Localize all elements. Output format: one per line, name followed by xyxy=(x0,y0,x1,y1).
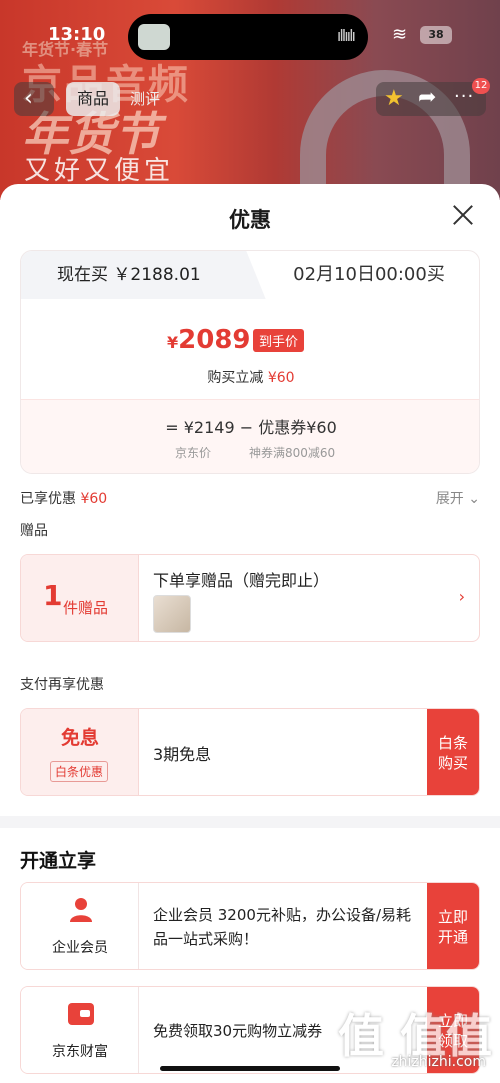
gift-thumbnail xyxy=(153,595,191,633)
expand-button[interactable]: 展开 ⌄ xyxy=(436,488,480,508)
person-icon xyxy=(70,898,92,922)
tab-buy-now-label: 现在买 ￥2188.01 xyxy=(57,265,201,285)
final-price: ¥2089 xyxy=(167,325,251,355)
jd-finance-name: 京东财富 xyxy=(52,1044,108,1060)
banner-text-line4: 又好又便宜 xyxy=(24,156,175,186)
enterprise-member-card: 企业会员 企业会员 3200元补贴，办公设备/易耗品一站式采购！ 立即 开通 xyxy=(20,882,480,970)
tab-review[interactable]: 测评 xyxy=(130,82,180,116)
jd-finance-panel: 京东财富 xyxy=(21,987,139,1073)
pay-section-label: 支付再享优惠 xyxy=(20,677,104,693)
share-icon[interactable]: ➦ xyxy=(418,85,436,110)
enjoyed-label: 已享优惠 xyxy=(20,491,76,507)
installment-panel: 免息 白条优惠 xyxy=(21,709,139,795)
sheet-title: 优惠 xyxy=(229,208,271,232)
message-badge: 12 xyxy=(472,78,490,94)
enterprise-open-line2: 开通 xyxy=(437,928,468,946)
tab-product[interactable]: 商品 xyxy=(66,82,120,116)
breakdown-formula: = ¥2149 − 优惠券¥60 xyxy=(165,418,337,437)
album-art-icon xyxy=(138,24,170,50)
instant-cut-value: ¥60 xyxy=(267,370,295,386)
tab-buy-now[interactable]: 现在买 ￥2188.01 xyxy=(21,251,236,299)
wallet-icon xyxy=(68,1003,94,1025)
home-indicator[interactable] xyxy=(160,1066,340,1071)
gift-unit: 件赠品 xyxy=(63,599,109,617)
close-icon[interactable] xyxy=(450,202,476,228)
baitiao-buy-button[interactable]: 白条 购买 xyxy=(427,709,479,795)
gift-section-label: 赠品 xyxy=(20,523,48,539)
discount-sheet: 优惠 现在买 ￥2188.01 02月10日00:00买 ¥2089 到手价 购… xyxy=(0,184,500,1083)
enterprise-member-panel: 企业会员 xyxy=(21,883,139,969)
enterprise-member-text: 企业会员 3200元补贴，办公设备/易耗品一站式采购！ xyxy=(153,906,411,948)
battery-icon: 38 xyxy=(420,26,452,44)
open-section-title: 开通立享 xyxy=(20,850,97,872)
dynamic-island: ıllıılı xyxy=(128,14,368,60)
status-time: 13:10 xyxy=(48,24,106,45)
gift-count-panel: 1 件赠品 xyxy=(21,555,139,641)
gift-card[interactable]: 1 件赠品 下单享赠品（赠完即止） › xyxy=(20,554,480,642)
gift-title: 下单享赠品（赠完即止） xyxy=(153,571,330,590)
expand-label: 展开 xyxy=(435,491,464,507)
final-price-amount: 2089 xyxy=(178,325,251,355)
watermark-url: zhizhizhi.com xyxy=(391,1054,486,1070)
product-page-background: 京品音频 年货节 又好又便宜 年货节·春节 ‹ 商品 测评 ★ ➦ ··· 12… xyxy=(0,0,500,200)
enjoyed-discount: 已享优惠 ¥60 xyxy=(20,488,107,508)
baitiao-buy-line2: 购买 xyxy=(437,754,468,772)
instant-cut-label: 购买立减 xyxy=(207,370,264,386)
instant-cut: 购买立减 ¥60 xyxy=(21,367,479,387)
final-price-tag: 到手价 xyxy=(253,329,305,352)
gift-count: 1 xyxy=(43,579,63,612)
more-icon[interactable]: ··· xyxy=(454,86,474,107)
tab-buy-later[interactable]: 02月10日00:00买 xyxy=(257,251,479,299)
price-breakdown: = ¥2149 − 优惠券¥60 京东价 神券满800减60 xyxy=(21,399,479,473)
chevron-down-icon: ⌄ xyxy=(468,491,480,507)
section-divider xyxy=(0,816,500,828)
favorite-star-icon[interactable]: ★ xyxy=(384,86,404,111)
interest-free-title: 免息 xyxy=(60,727,99,749)
currency-symbol: ¥ xyxy=(167,333,179,352)
enterprise-open-button[interactable]: 立即 开通 xyxy=(427,883,479,969)
audio-wave-icon: ıllıılı xyxy=(336,26,356,45)
chevron-left-icon: ‹ xyxy=(24,86,33,111)
back-button[interactable] xyxy=(14,82,54,116)
breakdown-coupon-label: 神券满800减60 xyxy=(249,446,336,460)
price-card: 现在买 ￥2188.01 02月10日00:00买 ¥2089 到手价 购买立减… xyxy=(20,250,480,474)
installment-card: 免息 白条优惠 3期免息 白条 购买 xyxy=(20,708,480,796)
baitiao-buy-line1: 白条 xyxy=(437,734,468,752)
installment-text: 3期免息 xyxy=(153,745,212,764)
baitiao-tag: 白条优惠 xyxy=(50,761,109,782)
wifi-icon: ≋ xyxy=(392,24,408,45)
enterprise-member-name: 企业会员 xyxy=(52,940,108,956)
enterprise-open-line1: 立即 xyxy=(437,908,468,926)
breakdown-jd-price-label: 京东价 xyxy=(175,446,212,460)
chevron-right-icon: › xyxy=(458,587,465,606)
enjoyed-value: ¥60 xyxy=(80,491,108,507)
